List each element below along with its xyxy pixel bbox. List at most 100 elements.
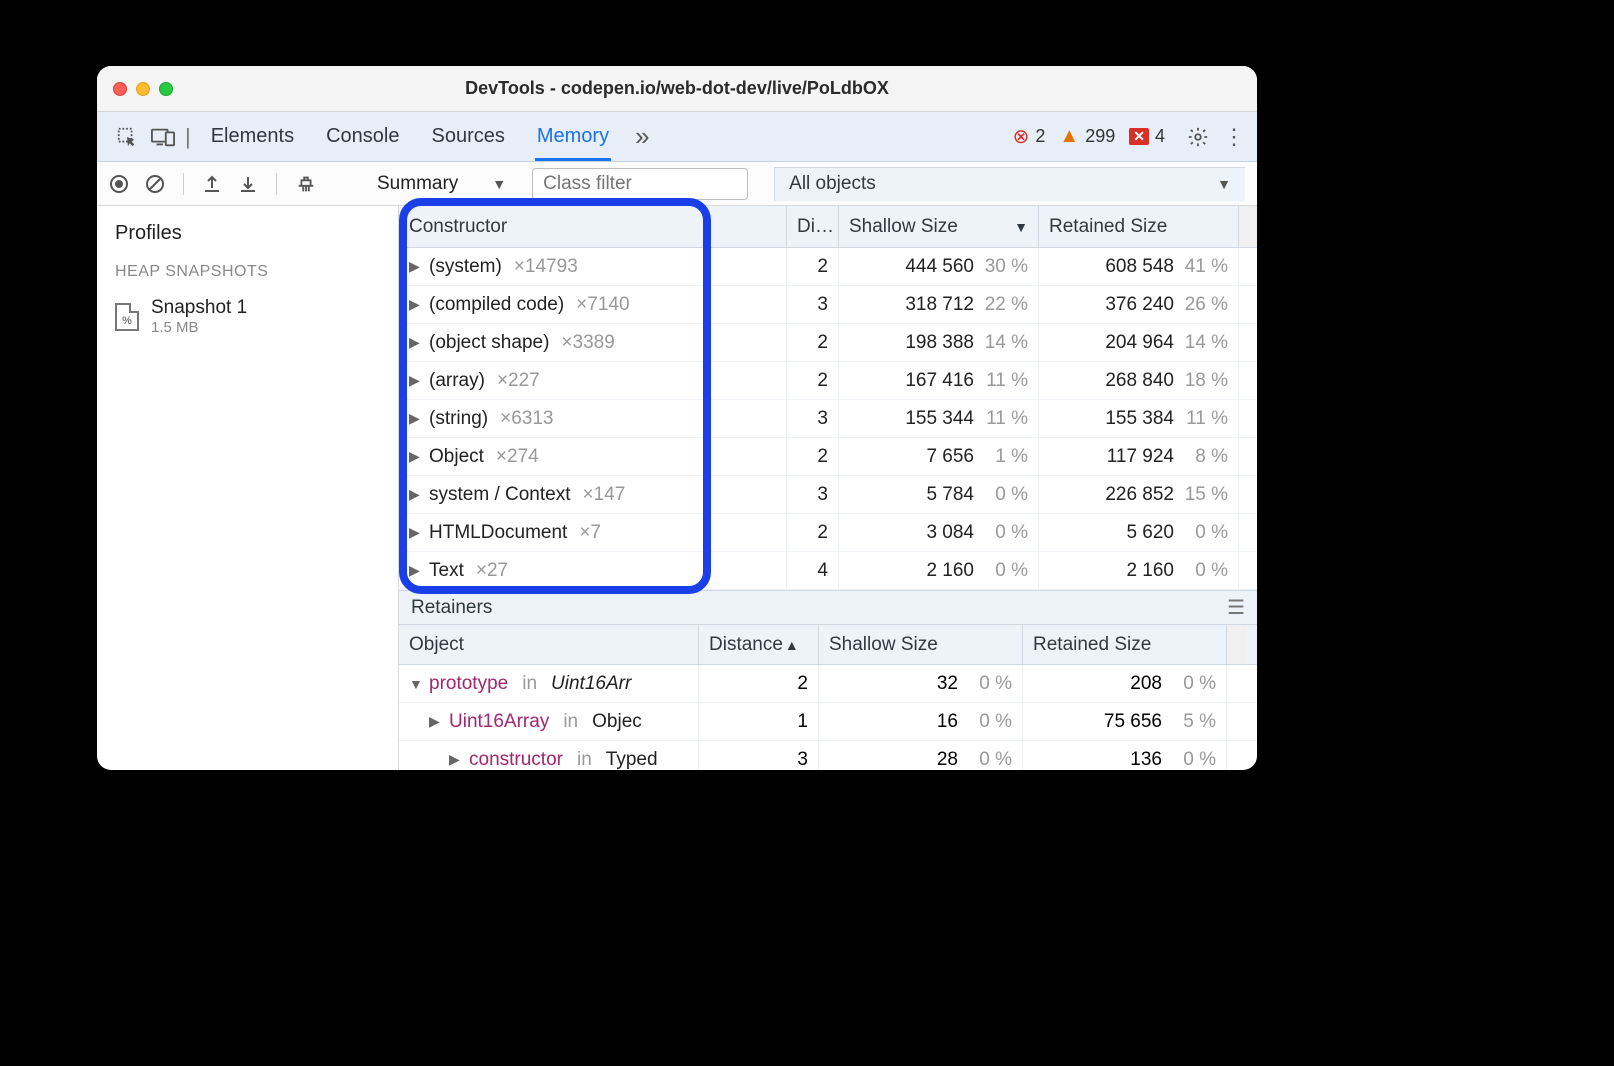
distance-cell: 2 [787, 362, 839, 399]
rcol-object[interactable]: Object [399, 625, 699, 664]
tab-memory[interactable]: Memory [535, 113, 611, 161]
more-tabs-button[interactable]: » [635, 121, 649, 152]
table-row[interactable]: ▶HTMLDocument×723 0840 %5 6200 % [399, 514, 1257, 552]
inspect-icon[interactable] [109, 126, 145, 148]
expand-icon[interactable]: ▶ [449, 751, 461, 768]
clear-icon[interactable] [145, 174, 165, 194]
rcol-retained[interactable]: Retained Size [1023, 625, 1227, 664]
retained-cell: 117 9248 % [1039, 438, 1239, 475]
import-icon[interactable] [238, 174, 258, 194]
constructors-header-row: Constructor Di… Shallow Size ▼ Retained … [399, 206, 1257, 248]
snapshot-name: Snapshot 1 [151, 297, 247, 319]
expand-icon[interactable]: ▶ [409, 258, 421, 275]
expand-icon[interactable]: ▼ [409, 676, 421, 692]
retained-cell: 608 54841 % [1039, 248, 1239, 285]
scrollbar-track[interactable] [1239, 206, 1257, 247]
rcol-shallow[interactable]: Shallow Size [819, 625, 1023, 664]
warning-icon: ▲ [1059, 125, 1079, 148]
retained-cell: 1360 % [1023, 741, 1227, 770]
shallow-cell: 280 % [819, 741, 1023, 770]
retainer-row[interactable]: ▼prototypeinUint16Arr2320 %2080 % [399, 665, 1257, 703]
shallow-cell: 444 56030 % [839, 248, 1039, 285]
shallow-cell: 155 34411 % [839, 400, 1039, 437]
sort-desc-icon: ▼ [1014, 219, 1028, 235]
export-icon[interactable] [202, 174, 222, 194]
zoom-window-button[interactable] [159, 82, 173, 96]
expand-icon[interactable]: ▶ [429, 713, 441, 730]
col-distance[interactable]: Di… [787, 206, 839, 247]
table-row[interactable]: ▶system / Context×14735 7840 %226 85215 … [399, 476, 1257, 514]
tab-elements[interactable]: Elements [209, 113, 296, 161]
more-menu-icon[interactable]: ⋮ [1223, 124, 1245, 150]
instance-count: ×6313 [500, 408, 553, 430]
retainer-property: prototype [429, 673, 508, 695]
retainer-row[interactable]: ▶Uint16ArrayinObjec1160 %75 6565 % [399, 703, 1257, 741]
expand-icon[interactable]: ▶ [409, 372, 421, 389]
constructor-name: (system) [429, 256, 502, 278]
titlebar: DevTools - codepen.io/web-dot-dev/live/P… [97, 66, 1257, 112]
expand-icon[interactable]: ▶ [409, 410, 421, 427]
shallow-cell: 320 % [819, 665, 1023, 702]
distance-cell: 2 [787, 324, 839, 361]
distance-cell: 2 [787, 514, 839, 551]
close-window-button[interactable] [113, 82, 127, 96]
shallow-cell: 167 41611 % [839, 362, 1039, 399]
record-icon[interactable] [109, 174, 129, 194]
memory-toolbar: Summary ▼ All objects ▼ [97, 162, 1257, 206]
sort-asc-icon: ▲ [785, 637, 799, 653]
retained-cell: 376 24026 % [1039, 286, 1239, 323]
object-scope-label: All objects [789, 173, 876, 195]
gc-icon[interactable] [295, 173, 317, 195]
constructor-name: HTMLDocument [429, 522, 567, 544]
object-scope-select[interactable]: All objects ▼ [774, 167, 1245, 201]
shallow-cell: 3 0840 % [839, 514, 1039, 551]
expand-icon[interactable]: ▶ [409, 486, 421, 503]
distance-cell: 3 [699, 741, 819, 770]
chevron-down-icon: ▼ [492, 176, 506, 192]
expand-icon[interactable]: ▶ [409, 296, 421, 313]
shallow-cell: 7 6561 % [839, 438, 1039, 475]
distance-cell: 2 [699, 665, 819, 702]
expand-icon[interactable]: ▶ [409, 448, 421, 465]
retainers-menu-icon[interactable]: ☰ [1227, 595, 1245, 620]
sidebar-section-label: HEAP SNAPSHOTS [97, 263, 398, 291]
table-row[interactable]: ▶Text×2742 1600 %2 1600 % [399, 552, 1257, 590]
col-shallow[interactable]: Shallow Size ▼ [839, 206, 1039, 247]
retainers-grid: ▼prototypeinUint16Arr2320 %2080 %▶Uint16… [399, 665, 1257, 770]
retainer-property: Uint16Array [449, 711, 549, 733]
rcol-distance[interactable]: Distance ▲ [699, 625, 819, 664]
col-retained[interactable]: Retained Size [1039, 206, 1239, 247]
scrollbar-track[interactable] [1227, 625, 1247, 664]
settings-icon[interactable] [1187, 126, 1209, 148]
table-row[interactable]: ▶(system)×147932444 56030 %608 54841 % [399, 248, 1257, 286]
in-keyword: in [522, 673, 537, 695]
in-keyword: in [563, 711, 578, 733]
table-row[interactable]: ▶(array)×2272167 41611 %268 84018 % [399, 362, 1257, 400]
shallow-cell: 318 71222 % [839, 286, 1039, 323]
class-filter-input[interactable] [532, 168, 748, 200]
shallow-cell: 198 38814 % [839, 324, 1039, 361]
view-select[interactable]: Summary ▼ [367, 171, 516, 197]
expand-icon[interactable]: ▶ [409, 562, 421, 579]
retainer-row[interactable]: ▶constructorinTyped3280 %1360 % [399, 741, 1257, 770]
retained-cell: 226 85215 % [1039, 476, 1239, 513]
tab-console[interactable]: Console [324, 113, 401, 161]
retainer-property: constructor [469, 749, 563, 771]
minimize-window-button[interactable] [136, 82, 150, 96]
table-row[interactable]: ▶(string)×63133155 34411 %155 38411 % [399, 400, 1257, 438]
table-row[interactable]: ▶Object×27427 6561 %117 9248 % [399, 438, 1257, 476]
table-row[interactable]: ▶(object shape)×33892198 38814 %204 9641… [399, 324, 1257, 362]
expand-icon[interactable]: ▶ [409, 334, 421, 351]
device-toggle-icon[interactable] [145, 127, 181, 147]
constructor-name: (compiled code) [429, 294, 564, 316]
table-row[interactable]: ▶(compiled code)×71403318 71222 %376 240… [399, 286, 1257, 324]
divider [183, 173, 184, 195]
status-counters[interactable]: ⊗2 ▲299 ✕4 [1013, 124, 1165, 149]
col-constructor[interactable]: Constructor [399, 206, 787, 247]
expand-icon[interactable]: ▶ [409, 524, 421, 541]
tab-sources[interactable]: Sources [429, 113, 506, 161]
snapshot-item[interactable]: % Snapshot 1 1.5 MB [97, 291, 398, 342]
divider [276, 173, 277, 195]
distance-cell: 3 [787, 286, 839, 323]
constructors-panel: Constructor Di… Shallow Size ▼ Retained … [399, 206, 1257, 770]
